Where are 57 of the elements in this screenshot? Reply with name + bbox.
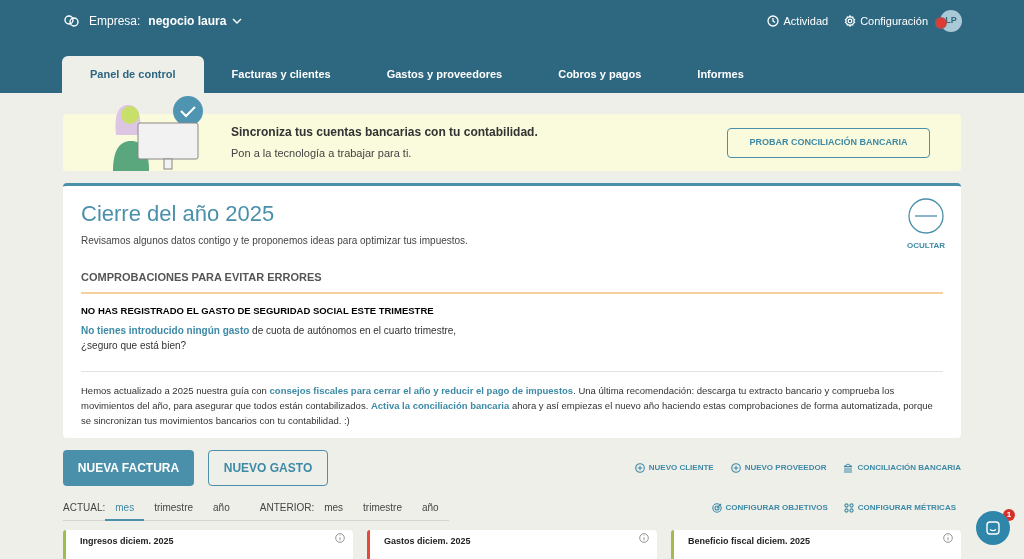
card-subtitle: Revisamos algunos datos contigo y te proponemos ideas para optimizar tus impuestos. xyxy=(81,234,468,248)
chat-icon xyxy=(986,521,1000,535)
info-icon[interactable] xyxy=(335,532,345,543)
period-label: ACTUAL: xyxy=(63,500,106,515)
nav-tab[interactable]: Cobros y pagos xyxy=(530,56,670,93)
bank-icon xyxy=(843,462,854,473)
metric-title: Gastos diciem. 2025 xyxy=(384,534,471,548)
config-link[interactable]: CONFIGURAR OBJETIVOS xyxy=(711,502,828,515)
hide-button[interactable]: OCULTAR xyxy=(907,198,945,252)
nav-tab[interactable]: Informes xyxy=(669,56,772,93)
plus-circle-icon xyxy=(730,462,741,473)
period-tab[interactable]: mes xyxy=(314,495,354,520)
header-link[interactable]: Actividad xyxy=(767,12,829,30)
banner-title: Sincroniza tus cuentas bancarias con tu contabilidad. xyxy=(231,124,538,142)
nav-tab[interactable]: Facturas y clientes xyxy=(203,56,359,93)
settings-icon xyxy=(844,15,857,27)
header-link[interactable]: Configuración xyxy=(844,12,928,30)
quick-link[interactable]: NUEVO PROVEEDOR xyxy=(730,461,827,474)
text-link[interactable]: Activa la conciliación bancaria xyxy=(370,399,510,411)
tips-paragraph: Hemos actualizado a 2025 nuestra guía con consejos fiscales para cerrar el año y reducir el pago de impuestos. Una última recomendación: descarga tu extracto bancario y comprueba los movimientos del año, para asegurar que todos están contabilizados. Activa la conciliación bancaria ahora y así empiezas el nuevo año haciendo estas comprobaciones de forma automatizada, porque se sincronizan tus movimientos bancarios con tu contabilidad. :) xyxy=(81,383,934,428)
notification-badge: 1 xyxy=(1003,509,1015,521)
card-title: Cierre del año 2025 xyxy=(81,200,275,228)
minus-circle-icon xyxy=(908,198,945,234)
period-tab[interactable]: mes xyxy=(105,495,145,521)
period-tab[interactable]: año xyxy=(203,495,240,520)
info-icon[interactable] xyxy=(639,532,649,543)
new-expense-button[interactable]: NUEVO GASTO xyxy=(208,449,328,486)
warning-text: ¿seguro que está bien? xyxy=(81,338,188,353)
config-link[interactable]: CONFIGURAR MÉTRICAS xyxy=(843,502,956,515)
nav-tab[interactable]: Panel de control xyxy=(62,56,204,93)
coins-icon xyxy=(63,15,81,27)
plus-circle-icon xyxy=(634,462,645,473)
metric-title: Ingresos diciem. 2025 xyxy=(80,534,174,548)
warning-title: NO HAS REGISTRADO EL GASTO DE SEGURIDAD SOCIAL ESTE TRIMESTRE xyxy=(81,303,435,318)
nav-tab[interactable]: Gastos y proveedores xyxy=(358,56,531,93)
period-label: ANTERIOR: xyxy=(259,500,315,515)
chat-button[interactable] xyxy=(976,511,1010,545)
target-icon xyxy=(711,503,722,514)
quick-link[interactable]: CONCILIACIÓN BANCARIA xyxy=(843,461,961,474)
section-title: COMPROBACIONES PARA EVITAR ERRORES xyxy=(81,269,943,294)
caret-icon xyxy=(232,18,243,24)
new-invoice-button[interactable]: NUEVA FACTURA xyxy=(63,449,194,486)
banner-subtitle: Pon a la tecnología a trabajar para ti. xyxy=(231,146,413,162)
company-label: Empresa: xyxy=(89,13,141,30)
period-tab[interactable]: año xyxy=(412,495,449,520)
quick-link[interactable]: NUEVO CLIENTE xyxy=(634,461,714,474)
period-tab[interactable]: trimestre xyxy=(353,495,412,520)
warning-text: No tienes introducido ningún gasto de cuota de autónomos en el cuarto trimestre, xyxy=(81,323,458,338)
period-tab[interactable]: trimestre xyxy=(144,495,204,520)
company-selector[interactable]: negocio laura xyxy=(148,12,243,30)
clock-icon xyxy=(767,15,780,27)
info-icon[interactable] xyxy=(943,532,953,543)
metric-title: Beneficio fiscal diciem. 2025 xyxy=(688,534,811,548)
text-link[interactable]: No tienes introducido ningún gasto xyxy=(81,324,250,336)
grid-icon xyxy=(843,503,854,514)
user-avatar[interactable]: LP xyxy=(940,10,962,32)
banner-button[interactable]: PROBAR CONCILIACIÓN BANCARIA xyxy=(727,127,930,158)
